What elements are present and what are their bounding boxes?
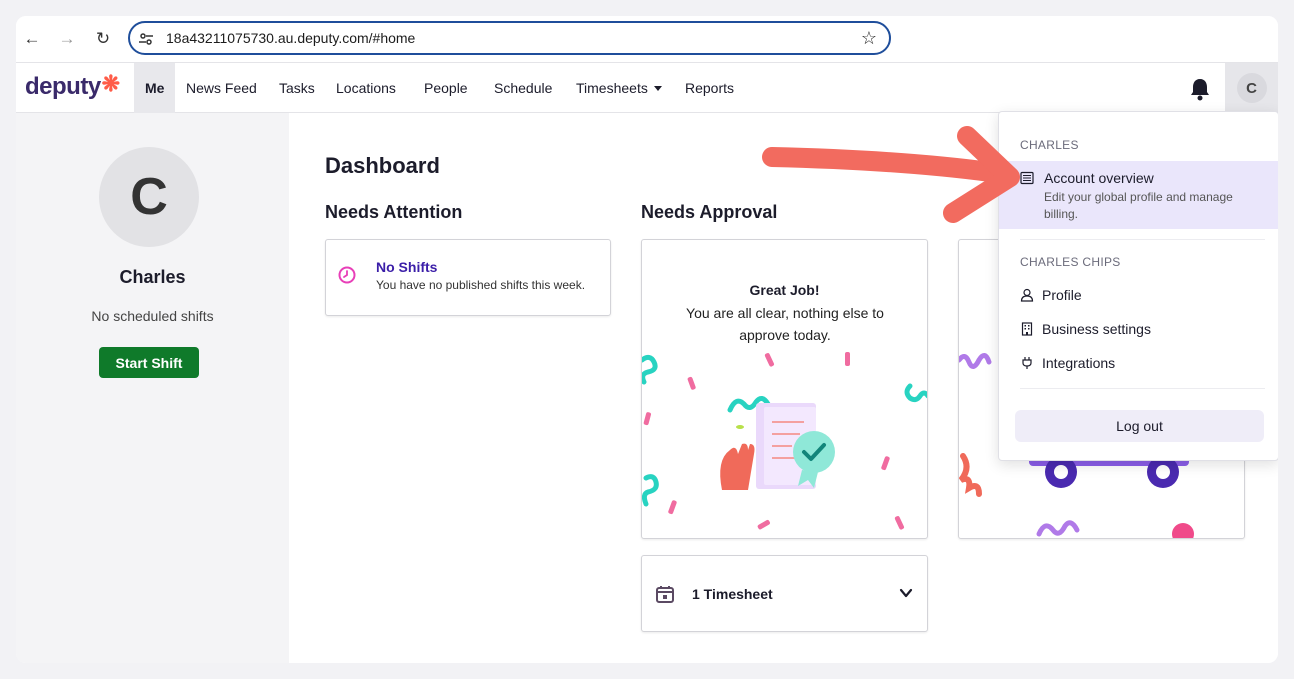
forward-icon[interactable]: → (55, 27, 79, 51)
building-icon (1021, 322, 1033, 336)
needs-approval-card: Great Job! You are all clear, nothing el… (641, 239, 928, 539)
nav-people[interactable]: People (424, 63, 468, 113)
nav-me[interactable]: Me (134, 63, 176, 113)
no-shifts-text: You have no published shifts this week. (376, 278, 586, 292)
nav-timesheets-label: Timesheets (576, 80, 648, 96)
deputy-logo[interactable]: deputy❋ (25, 71, 120, 101)
bookmark-star-icon[interactable]: ☆ (861, 28, 877, 49)
logo-text: deputy (25, 73, 101, 100)
url-text[interactable]: 18a43211075730.au.deputy.com/#home (166, 30, 415, 46)
calendar-icon (656, 586, 674, 603)
plug-icon (1022, 357, 1032, 369)
app-navbar: deputy❋ Me News Feed Tasks Locations Peo… (16, 62, 1278, 113)
reload-icon[interactable]: ↻ (91, 27, 115, 51)
no-shifts-card[interactable]: No Shifts You have no published shifts t… (325, 239, 611, 316)
shift-status: No scheduled shifts (91, 308, 214, 324)
timesheet-label: 1 Timesheet (692, 586, 773, 602)
nav-schedule[interactable]: Schedule (494, 63, 552, 113)
page-title: Dashboard (325, 153, 440, 178)
integrations-label: Integrations (1042, 355, 1116, 371)
browser-toolbar: ← → ↻ 18a43211075730.au.deputy.com/#home… (16, 16, 1278, 62)
chevron-down-icon[interactable] (899, 586, 913, 600)
nav-locations[interactable]: Locations (336, 63, 396, 113)
dropdown-divider (1020, 239, 1265, 240)
start-shift-button[interactable]: Start Shift (99, 347, 199, 378)
user-dropdown-menu: CHARLES Account overview Edit your globa… (998, 111, 1278, 461)
dropdown-divider (1020, 388, 1265, 389)
nav-tasks[interactable]: Tasks (279, 63, 315, 113)
nav-timesheets[interactable]: Timesheets (576, 63, 662, 113)
account-overview-desc: Edit your global profile and manage bill… (1044, 190, 1233, 221)
needs-attention-heading: Needs Attention (325, 202, 463, 222)
needs-approval-heading: Needs Approval (641, 202, 778, 222)
profile-label: Profile (1042, 287, 1082, 303)
caret-down-icon (653, 86, 662, 91)
back-icon[interactable]: ← (20, 27, 44, 51)
nav-reports[interactable]: Reports (685, 63, 734, 113)
avatar: C (1236, 73, 1267, 103)
profile-avatar: C (99, 147, 199, 247)
profile-sidebar: C Charles No scheduled shifts Start Shif… (16, 113, 289, 663)
list-icon (1020, 171, 1034, 185)
menu-item-account-overview[interactable]: Account overview Edit your global profil… (999, 161, 1278, 229)
logo-spark-icon: ❋ (101, 71, 120, 96)
approval-headline: Great Job! (749, 282, 820, 298)
person-icon (1020, 288, 1034, 302)
business-settings-label: Business settings (1042, 321, 1151, 337)
timesheet-card[interactable]: 1 Timesheet (641, 555, 928, 632)
clock-icon (338, 266, 356, 284)
all-clear-illustration (642, 352, 927, 530)
browser-window: ← → ↻ 18a43211075730.au.deputy.com/#home… (16, 16, 1278, 663)
profile-name: Charles (119, 267, 186, 287)
logout-button[interactable]: Log out (1015, 410, 1264, 442)
no-shifts-title[interactable]: No Shifts (376, 259, 437, 275)
nav-news-feed[interactable]: News Feed (186, 63, 257, 113)
approval-message: You are all clear, nothing else to appro… (686, 305, 884, 343)
notification-bell-icon[interactable] (1189, 77, 1211, 101)
site-settings-icon[interactable] (138, 31, 154, 47)
dropdown-section-business: CHARLES CHIPS (1020, 255, 1121, 269)
address-bar[interactable]: 18a43211075730.au.deputy.com/#home ☆ (128, 21, 891, 55)
account-overview-title: Account overview (1044, 170, 1154, 186)
dropdown-section-user: CHARLES (1020, 138, 1079, 152)
user-menu-button[interactable]: C (1225, 63, 1278, 113)
